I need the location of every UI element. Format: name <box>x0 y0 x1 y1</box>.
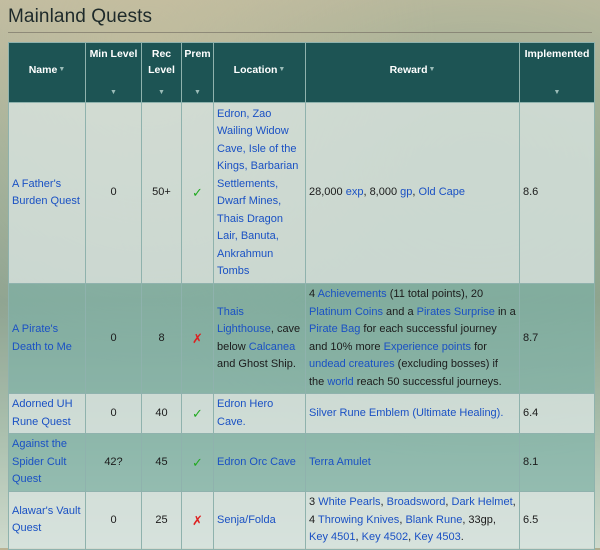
location-cell: Senja/Folda <box>213 491 306 550</box>
reward-link[interactable]: Broadsword <box>387 496 446 508</box>
reward-link[interactable]: Achievements <box>318 288 387 300</box>
implemented-cell: 8.7 <box>519 283 595 394</box>
table-row: Alawar's Vault Quest 0 25 ✗ Senja/Folda … <box>8 491 595 550</box>
location-link[interactable]: Edron, Zao Wailing Widow Cave, Isle of t… <box>217 108 298 278</box>
location-cell: Edron, Zao Wailing Widow Cave, Isle of t… <box>213 102 306 284</box>
sort-icon: ▼ <box>58 66 66 73</box>
column-header-reward[interactable]: Reward ▼ <box>305 42 520 103</box>
location-link[interactable]: Edron Orc Cave <box>217 456 296 468</box>
quest-name-cell[interactable]: Against the Spider Cult Quest <box>8 433 86 492</box>
reward-cell: 4 Achievements (11 total points), 20 Pla… <box>305 283 520 394</box>
checkmark-icon: ✓ <box>192 405 203 421</box>
reward-cell: 28,000 exp, 8,000 gp, Old Cape <box>305 102 520 284</box>
rec-level-cell: 50+ <box>141 102 182 284</box>
reward-link[interactable]: Terra Amulet <box>309 456 371 468</box>
reward-link[interactable]: Key 4501 <box>309 531 355 543</box>
reward-link[interactable]: Silver Rune Emblem (Ultimate Healing). <box>309 407 503 419</box>
reward-link[interactable]: Experience points <box>384 341 471 353</box>
column-header-min-level[interactable]: Min Level ▼ <box>85 42 142 103</box>
implemented-cell: 8.1 <box>519 433 595 492</box>
quest-name-link[interactable]: Adorned UH Rune Quest <box>12 398 73 428</box>
rec-level-cell: 40 <box>141 393 182 434</box>
sort-icon: ▼ <box>158 89 165 96</box>
reward-link[interactable]: Key 4503 <box>414 531 460 543</box>
implemented-cell: 8.6 <box>519 102 595 284</box>
min-level-cell: 42? <box>85 433 142 492</box>
title-divider <box>8 32 592 33</box>
prem-cell: ✓ <box>181 102 214 284</box>
location-cell: Edron Hero Cave. <box>213 393 306 434</box>
implemented-cell: 6.5 <box>519 491 595 550</box>
rec-level-cell: 45 <box>141 433 182 492</box>
checkmark-icon: ✓ <box>192 454 203 470</box>
prem-cell: ✗ <box>181 491 214 550</box>
reward-cell: Silver Rune Emblem (Ultimate Healing). <box>305 393 520 434</box>
location-cell: Thais Lighthouse, cave below Calcanea an… <box>213 283 306 394</box>
table-row: A Pirate's Death to Me 0 8 ✗ Thais Light… <box>8 283 595 394</box>
prem-cell: ✓ <box>181 393 214 434</box>
column-header-rec-level[interactable]: Rec Level ▼ <box>141 42 182 103</box>
reward-link[interactable]: Old Cape <box>419 186 465 198</box>
quest-name-link[interactable]: A Father's Burden Quest <box>12 178 80 208</box>
quest-name-cell[interactable]: A Pirate's Death to Me <box>8 283 86 394</box>
table-header-row: Name ▼ Min Level ▼ Rec Level ▼ Prem ▼ Loc… <box>8 42 595 103</box>
reward-link[interactable]: world <box>327 376 353 388</box>
quest-name-cell[interactable]: Alawar's Vault Quest <box>8 491 86 550</box>
location-link[interactable]: Thais Lighthouse <box>217 306 271 336</box>
page-title: Mainland Quests <box>8 6 153 27</box>
implemented-cell: 6.4 <box>519 393 595 434</box>
reward-link[interactable]: Key 4502 <box>362 531 408 543</box>
reward-cell: Terra Amulet <box>305 433 520 492</box>
prem-cell: ✓ <box>181 433 214 492</box>
reward-link[interactable]: Blank Rune <box>405 514 462 526</box>
column-header-prem[interactable]: Prem ▼ <box>181 42 214 103</box>
sort-icon: ▼ <box>194 89 201 96</box>
reward-link[interactable]: Platinum Coins <box>309 306 383 318</box>
reward-link[interactable]: Pirates Surprise <box>417 306 495 318</box>
min-level-cell: 0 <box>85 491 142 550</box>
sort-icon: ▼ <box>278 66 286 73</box>
sort-icon: ▼ <box>110 89 117 96</box>
location-link[interactable]: Edron Hero Cave. <box>217 398 273 428</box>
quest-name-link[interactable]: Against the Spider Cult Quest <box>12 438 67 485</box>
cross-icon: ✗ <box>192 330 203 346</box>
min-level-cell: 0 <box>85 393 142 434</box>
prem-cell: ✗ <box>181 283 214 394</box>
sort-icon: ▼ <box>428 66 436 73</box>
reward-link[interactable]: Dark Helmet <box>452 496 513 508</box>
reward-link[interactable]: exp <box>346 186 364 198</box>
location-link[interactable]: Senja/Folda <box>217 514 276 526</box>
reward-cell: 3 White Pearls, Broadsword, Dark Helmet,… <box>305 491 520 550</box>
quest-name-cell[interactable]: Adorned UH Rune Quest <box>8 393 86 434</box>
table-row: Adorned UH Rune Quest 0 40 ✓ Edron Hero … <box>8 393 595 434</box>
rec-level-cell: 25 <box>141 491 182 550</box>
location-cell: Edron Orc Cave <box>213 433 306 492</box>
min-level-cell: 0 <box>85 102 142 284</box>
min-level-cell: 0 <box>85 283 142 394</box>
quests-table: Name ▼ Min Level ▼ Rec Level ▼ Prem ▼ Loc… <box>8 42 595 550</box>
reward-link[interactable]: gp <box>400 186 412 198</box>
checkmark-icon: ✓ <box>192 185 203 201</box>
location-link[interactable]: Calcanea <box>249 341 295 353</box>
reward-link[interactable]: Pirate Bag <box>309 323 360 335</box>
reward-link[interactable]: White Pearls <box>318 496 380 508</box>
reward-link[interactable]: undead creatures <box>309 358 395 370</box>
quest-name-cell[interactable]: A Father's Burden Quest <box>8 102 86 284</box>
sort-icon: ▼ <box>553 89 561 96</box>
table-row: Against the Spider Cult Quest 42? 45 ✓ E… <box>8 433 595 492</box>
quest-name-link[interactable]: Alawar's Vault Quest <box>12 505 81 535</box>
rec-level-cell: 8 <box>141 283 182 394</box>
quest-name-link[interactable]: A Pirate's Death to Me <box>12 323 72 353</box>
column-header-name[interactable]: Name ▼ <box>8 42 86 103</box>
column-header-location[interactable]: Location ▼ <box>213 42 306 103</box>
reward-link[interactable]: Throwing Knives <box>318 514 399 526</box>
cross-icon: ✗ <box>192 512 203 528</box>
table-row: A Father's Burden Quest 0 50+ ✓ Edron, Z… <box>8 102 595 284</box>
column-header-implemented[interactable]: Implemented ▼ <box>519 42 595 103</box>
